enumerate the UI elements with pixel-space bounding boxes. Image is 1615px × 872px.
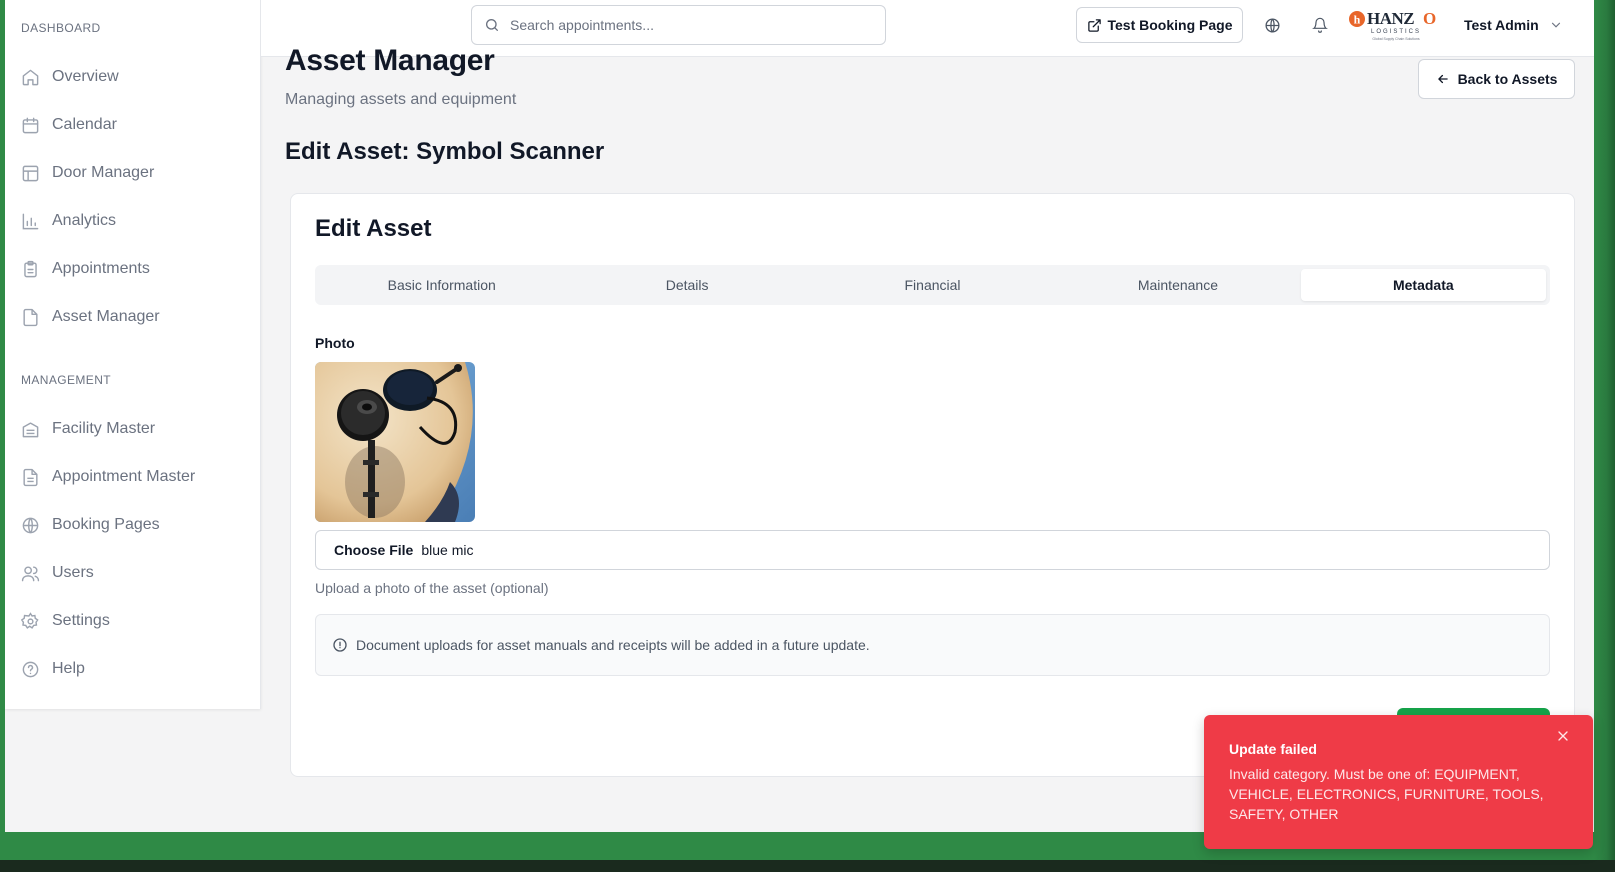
sidebar-item-settings[interactable]: Settings [21, 603, 245, 639]
svg-text:HANZ: HANZ [1367, 9, 1414, 28]
sidebar: DASHBOARD Overview Calendar Door Manager… [5, 0, 261, 709]
sidebar-item-label: Booking Pages [52, 516, 160, 533]
globe-icon [22, 517, 39, 533]
svg-text:Global Supply Chain Solutions: Global Supply Chain Solutions [1372, 37, 1420, 41]
calendar-icon [22, 117, 39, 133]
error-toast: Update failed Invalid category. Must be … [1204, 715, 1593, 849]
page-subtitle: Managing assets and equipment [285, 91, 517, 108]
search-input[interactable] [510, 17, 870, 33]
svg-text:O: O [1423, 9, 1436, 28]
sidebar-item-facility-master[interactable]: Facility Master [21, 411, 245, 447]
sidebar-item-label: Facility Master [52, 420, 156, 437]
photo-label: Photo [315, 335, 355, 351]
tab-list: Basic Information Details Financial Main… [315, 265, 1550, 305]
tab-details[interactable]: Details [564, 269, 809, 301]
tab-basic-information[interactable]: Basic Information [319, 269, 564, 301]
notifications-button[interactable] [1307, 12, 1333, 38]
tab-maintenance[interactable]: Maintenance [1055, 269, 1300, 301]
bar-chart-icon [22, 213, 39, 229]
toast-close-button[interactable] [1555, 728, 1571, 744]
sidebar-item-label: Settings [52, 612, 110, 629]
sidebar-item-booking-pages[interactable]: Booking Pages [21, 507, 245, 543]
user-menu[interactable]: Test Admin [1464, 14, 1563, 36]
search-box[interactable] [471, 5, 886, 45]
notice-text: Document uploads for asset manuals and r… [356, 637, 870, 653]
sidebar-item-asset-manager[interactable]: Asset Manager [21, 299, 245, 335]
help-circle-icon [22, 661, 39, 677]
card-title: Edit Asset [315, 215, 432, 242]
arrow-left-icon [1437, 74, 1448, 84]
choose-file-button[interactable]: Choose File [334, 542, 413, 558]
document-upload-notice: Document uploads for asset manuals and r… [315, 614, 1550, 676]
info-icon [333, 638, 347, 652]
layout-icon [22, 165, 39, 181]
test-booking-page-label: Test Booking Page [1107, 17, 1233, 33]
back-to-assets-label: Back to Assets [1457, 71, 1558, 87]
photo-help-text: Upload a photo of the asset (optional) [315, 580, 549, 596]
toast-title: Update failed [1229, 741, 1317, 757]
close-icon [1558, 731, 1568, 741]
home-icon [22, 69, 39, 85]
sidebar-item-analytics[interactable]: Analytics [21, 203, 245, 239]
sidebar-item-label: Help [52, 660, 85, 677]
sidebar-item-users[interactable]: Users [21, 555, 245, 591]
file-icon [23, 308, 38, 326]
search-icon [486, 19, 498, 31]
gear-icon [21, 611, 39, 629]
hanzo-logo: h HANZ O LOGISTICS Global Supply Chain S… [1348, 6, 1440, 42]
sidebar-item-calendar[interactable]: Calendar [21, 107, 245, 143]
sidebar-item-label: Appointment Master [52, 468, 196, 485]
language-button[interactable] [1259, 12, 1285, 38]
sidebar-item-overview[interactable]: Overview [21, 59, 245, 95]
users-icon [21, 565, 40, 581]
globe-icon [1264, 17, 1280, 33]
sidebar-item-label: Users [52, 564, 94, 581]
back-to-assets-button[interactable]: Back to Assets [1418, 59, 1575, 99]
warehouse-icon [22, 421, 39, 437]
sidebar-item-label: Calendar [52, 116, 117, 133]
sidebar-item-label: Door Manager [52, 164, 155, 181]
desktop-edge [1594, 0, 1615, 860]
photo-file-input[interactable]: Choose File blue mic [315, 530, 1550, 570]
sidebar-item-help[interactable]: Help [21, 651, 245, 687]
sidebar-item-appointments[interactable]: Appointments [21, 251, 245, 287]
chosen-file-name: blue mic [421, 542, 474, 558]
bell-icon [1312, 17, 1328, 33]
edit-asset-card: Edit Asset Basic Information Details Fin… [290, 193, 1575, 777]
edit-asset-heading: Edit Asset: Symbol Scanner [285, 138, 605, 165]
file-text-icon [23, 468, 38, 486]
external-link-icon [1087, 18, 1101, 32]
test-booking-page-button[interactable]: Test Booking Page [1076, 7, 1243, 43]
section-label-dashboard: DASHBOARD [21, 21, 101, 35]
app-window: DASHBOARD Overview Calendar Door Manager… [5, 0, 1594, 832]
sidebar-item-appointment-master[interactable]: Appointment Master [21, 459, 245, 495]
desktop-bottom-strip [0, 860, 1615, 872]
page-title: Asset Manager [285, 44, 495, 77]
asset-photo [315, 362, 475, 522]
sidebar-item-label: Asset Manager [52, 308, 160, 325]
sidebar-item-label: Overview [52, 68, 119, 85]
sidebar-item-label: Analytics [52, 212, 117, 229]
clipboard-icon [24, 260, 37, 277]
chevron-down-icon [1551, 22, 1560, 28]
section-label-management: MANAGEMENT [21, 373, 112, 387]
sidebar-item-label: Appointments [52, 260, 150, 277]
tab-financial[interactable]: Financial [810, 269, 1055, 301]
tab-metadata[interactable]: Metadata [1300, 269, 1547, 301]
svg-text:h: h [1354, 13, 1361, 27]
user-name: Test Admin [1464, 17, 1539, 33]
toast-message: Invalid category. Must be one of: EQUIPM… [1229, 766, 1544, 822]
svg-text:LOGISTICS: LOGISTICS [1371, 29, 1421, 35]
sidebar-item-door-manager[interactable]: Door Manager [21, 155, 245, 191]
